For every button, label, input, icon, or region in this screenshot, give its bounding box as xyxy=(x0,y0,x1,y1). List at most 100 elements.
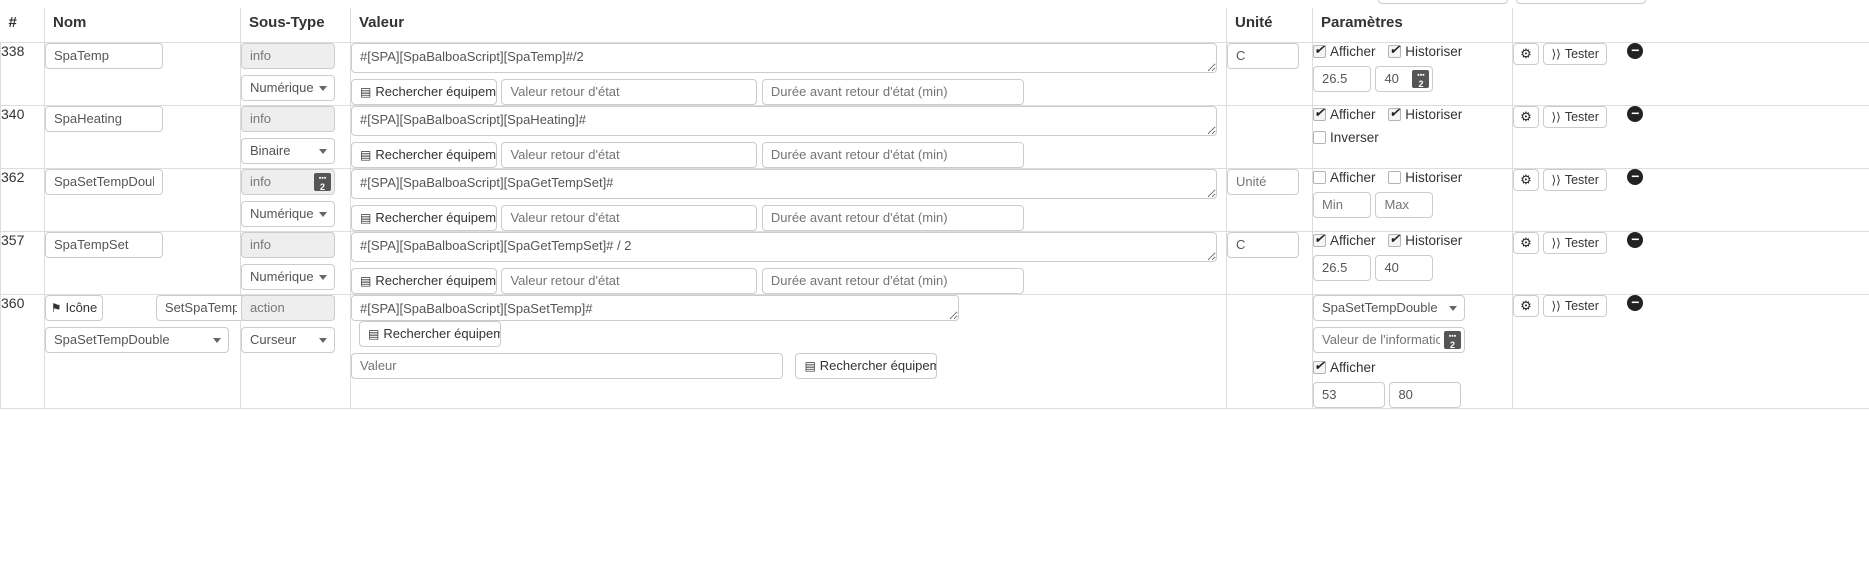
remove-command-button[interactable]: − xyxy=(1627,168,1644,185)
min-input[interactable] xyxy=(1313,191,1371,218)
header-valeur: Valeur xyxy=(350,8,1227,43)
name-input[interactable] xyxy=(45,105,163,132)
search-equipment-button[interactable]: ▤Rechercher équipement xyxy=(351,267,497,294)
max-input[interactable] xyxy=(1375,254,1434,281)
afficher-line: Afficher xyxy=(1313,358,1512,377)
row-name-cell: ⚑Icône SpaSetTempDouble xyxy=(44,293,246,409)
afficher-checkbox[interactable]: Afficher xyxy=(1313,42,1376,59)
afficher-label: Afficher xyxy=(1330,232,1376,248)
configure-button[interactable]: ⚙ xyxy=(1513,294,1539,317)
info-value-input[interactable] xyxy=(1314,327,1464,352)
row-actions-cell: ⚙ ⟩⟩ Tester − xyxy=(1512,167,1869,232)
test-button[interactable]: ⟩⟩ Tester xyxy=(1543,231,1607,254)
top-partial-row xyxy=(0,0,1869,8)
test-label: Tester xyxy=(1564,46,1599,61)
binary-badge-icon[interactable]: ▪▪▪ 2 xyxy=(1444,330,1461,349)
name-input[interactable] xyxy=(45,231,163,258)
value-textarea[interactable]: #[SPA][SpaBalboaScript][SpaTemp]#/2 xyxy=(351,42,1217,73)
subtype-select[interactable]: Binaire xyxy=(241,137,335,164)
remove-command-button[interactable]: − xyxy=(1627,105,1644,122)
type-field: info ▪▪▪ 2 xyxy=(241,168,335,195)
linked-info-select[interactable]: SpaSetTempDouble xyxy=(45,326,229,353)
configure-button[interactable]: ⚙ xyxy=(1513,42,1539,65)
unit-input[interactable] xyxy=(1227,231,1299,258)
table-row: 340 info Binaire #[SPA][SpaBalboaScript]… xyxy=(0,104,1869,169)
subtype-select[interactable]: Curseur xyxy=(241,326,335,353)
value-textarea[interactable]: #[SPA][SpaBalboaScript][SpaGetTempSet]# … xyxy=(351,231,1217,262)
max-input[interactable] xyxy=(1375,191,1434,218)
list-icon: ▤ xyxy=(804,358,816,373)
icon-picker-button[interactable]: ⚑ Icône xyxy=(45,294,103,321)
return-value-input[interactable] xyxy=(501,141,758,168)
binary-badge-icon[interactable]: ▪▪▪ 2 xyxy=(1412,69,1430,88)
search-equipment-button[interactable]: ▤Rechercher équipement xyxy=(351,78,497,105)
table-row: 338 info Numérique #[SPA][SpaBalboaScrip… xyxy=(0,41,1869,106)
test-button[interactable]: ⟩⟩ Tester xyxy=(1543,105,1607,128)
row-actions-cell: ⚙ ⟩⟩ Tester − xyxy=(1512,230,1869,295)
min-input[interactable] xyxy=(1313,381,1385,408)
search-equipment-button[interactable]: ▤Rechercher équipement xyxy=(359,320,501,347)
gear-icon: ⚙ xyxy=(1520,297,1532,313)
return-value-input[interactable] xyxy=(501,204,758,231)
afficher-checkbox[interactable]: Afficher xyxy=(1313,358,1376,375)
max-input[interactable] xyxy=(1389,381,1462,408)
binary-badge-icon[interactable]: ▪▪▪ 2 xyxy=(314,172,331,191)
value-textarea[interactable]: #[SPA][SpaBalboaScript][SpaGetTempSet]# xyxy=(351,168,1217,199)
return-value-input[interactable] xyxy=(501,78,758,105)
subtype-select[interactable]: Numérique xyxy=(241,263,335,290)
subtype-label: Numérique xyxy=(250,79,314,95)
test-label: Tester xyxy=(1564,298,1599,313)
afficher-checkbox[interactable]: Afficher xyxy=(1313,170,1376,185)
partial-field-right xyxy=(1516,0,1646,4)
name-input[interactable] xyxy=(45,42,163,69)
value-textarea[interactable]: #[SPA][SpaBalboaScript][SpaHeating]# xyxy=(351,105,1217,136)
search-equipment-button[interactable]: ▤Rechercher équipement xyxy=(351,204,497,231)
remove-command-button[interactable]: − xyxy=(1627,231,1644,248)
name-input[interactable] xyxy=(45,168,163,195)
min-input[interactable] xyxy=(1313,65,1371,92)
return-delay-input[interactable] xyxy=(761,141,1024,168)
remove-command-button[interactable]: − xyxy=(1627,294,1644,311)
action-value-input[interactable] xyxy=(351,352,783,379)
command-name-input[interactable] xyxy=(155,294,246,321)
remove-command-button[interactable]: − xyxy=(1627,42,1644,59)
unit-input[interactable] xyxy=(1227,168,1299,195)
historiser-checkbox[interactable]: Historiser xyxy=(1388,170,1462,185)
historiser-checkbox[interactable]: Historiser xyxy=(1388,42,1462,59)
return-delay-input[interactable] xyxy=(761,78,1024,105)
inverser-label: Inverser xyxy=(1330,129,1379,145)
inverser-checkbox[interactable]: Inverser xyxy=(1313,130,1379,145)
value-textarea[interactable]: #[SPA][SpaBalboaScript][SpaSetTemp]# xyxy=(351,294,959,321)
return-delay-input[interactable] xyxy=(761,267,1024,294)
configure-button[interactable]: ⚙ xyxy=(1513,105,1539,128)
afficher-checkbox[interactable]: Afficher xyxy=(1313,105,1376,122)
test-button[interactable]: ⟩⟩ Tester xyxy=(1543,294,1607,317)
configure-button[interactable]: ⚙ xyxy=(1513,168,1539,191)
gear-icon: ⚙ xyxy=(1520,234,1532,250)
linked-info-label: SpaSetTempDouble xyxy=(54,331,170,347)
row-unit-cell xyxy=(1226,104,1313,169)
configure-button[interactable]: ⚙ xyxy=(1513,231,1539,254)
unit-input[interactable] xyxy=(1227,42,1299,69)
param-info-select[interactable]: SpaSetTempDouble xyxy=(1313,294,1465,321)
historiser-label: Historiser xyxy=(1405,106,1463,122)
chevron-down-icon xyxy=(213,337,221,343)
historiser-label: Historiser xyxy=(1405,232,1463,248)
historiser-checkbox[interactable]: Historiser xyxy=(1388,105,1463,122)
historiser-checkbox[interactable]: Historiser xyxy=(1388,231,1463,248)
chevron-down-icon xyxy=(319,85,327,91)
gear-icon: ⚙ xyxy=(1520,108,1532,124)
checkbox-icon xyxy=(1313,231,1326,247)
list-icon: ▤ xyxy=(360,273,372,288)
search-equipment-button[interactable]: ▤Rechercher équipement xyxy=(351,141,497,168)
min-input[interactable] xyxy=(1313,254,1371,281)
subtype-select[interactable]: Numérique xyxy=(241,74,335,101)
test-button[interactable]: ⟩⟩ Tester xyxy=(1543,42,1607,65)
return-delay-input[interactable] xyxy=(761,204,1024,231)
afficher-checkbox[interactable]: Afficher xyxy=(1313,231,1376,248)
row-unit-cell xyxy=(1226,293,1313,409)
return-value-input[interactable] xyxy=(501,267,758,294)
search-equipment-button-2[interactable]: ▤Rechercher équipement xyxy=(795,352,938,379)
test-button[interactable]: ⟩⟩ Tester xyxy=(1543,168,1607,191)
subtype-select[interactable]: Numérique xyxy=(241,200,335,227)
